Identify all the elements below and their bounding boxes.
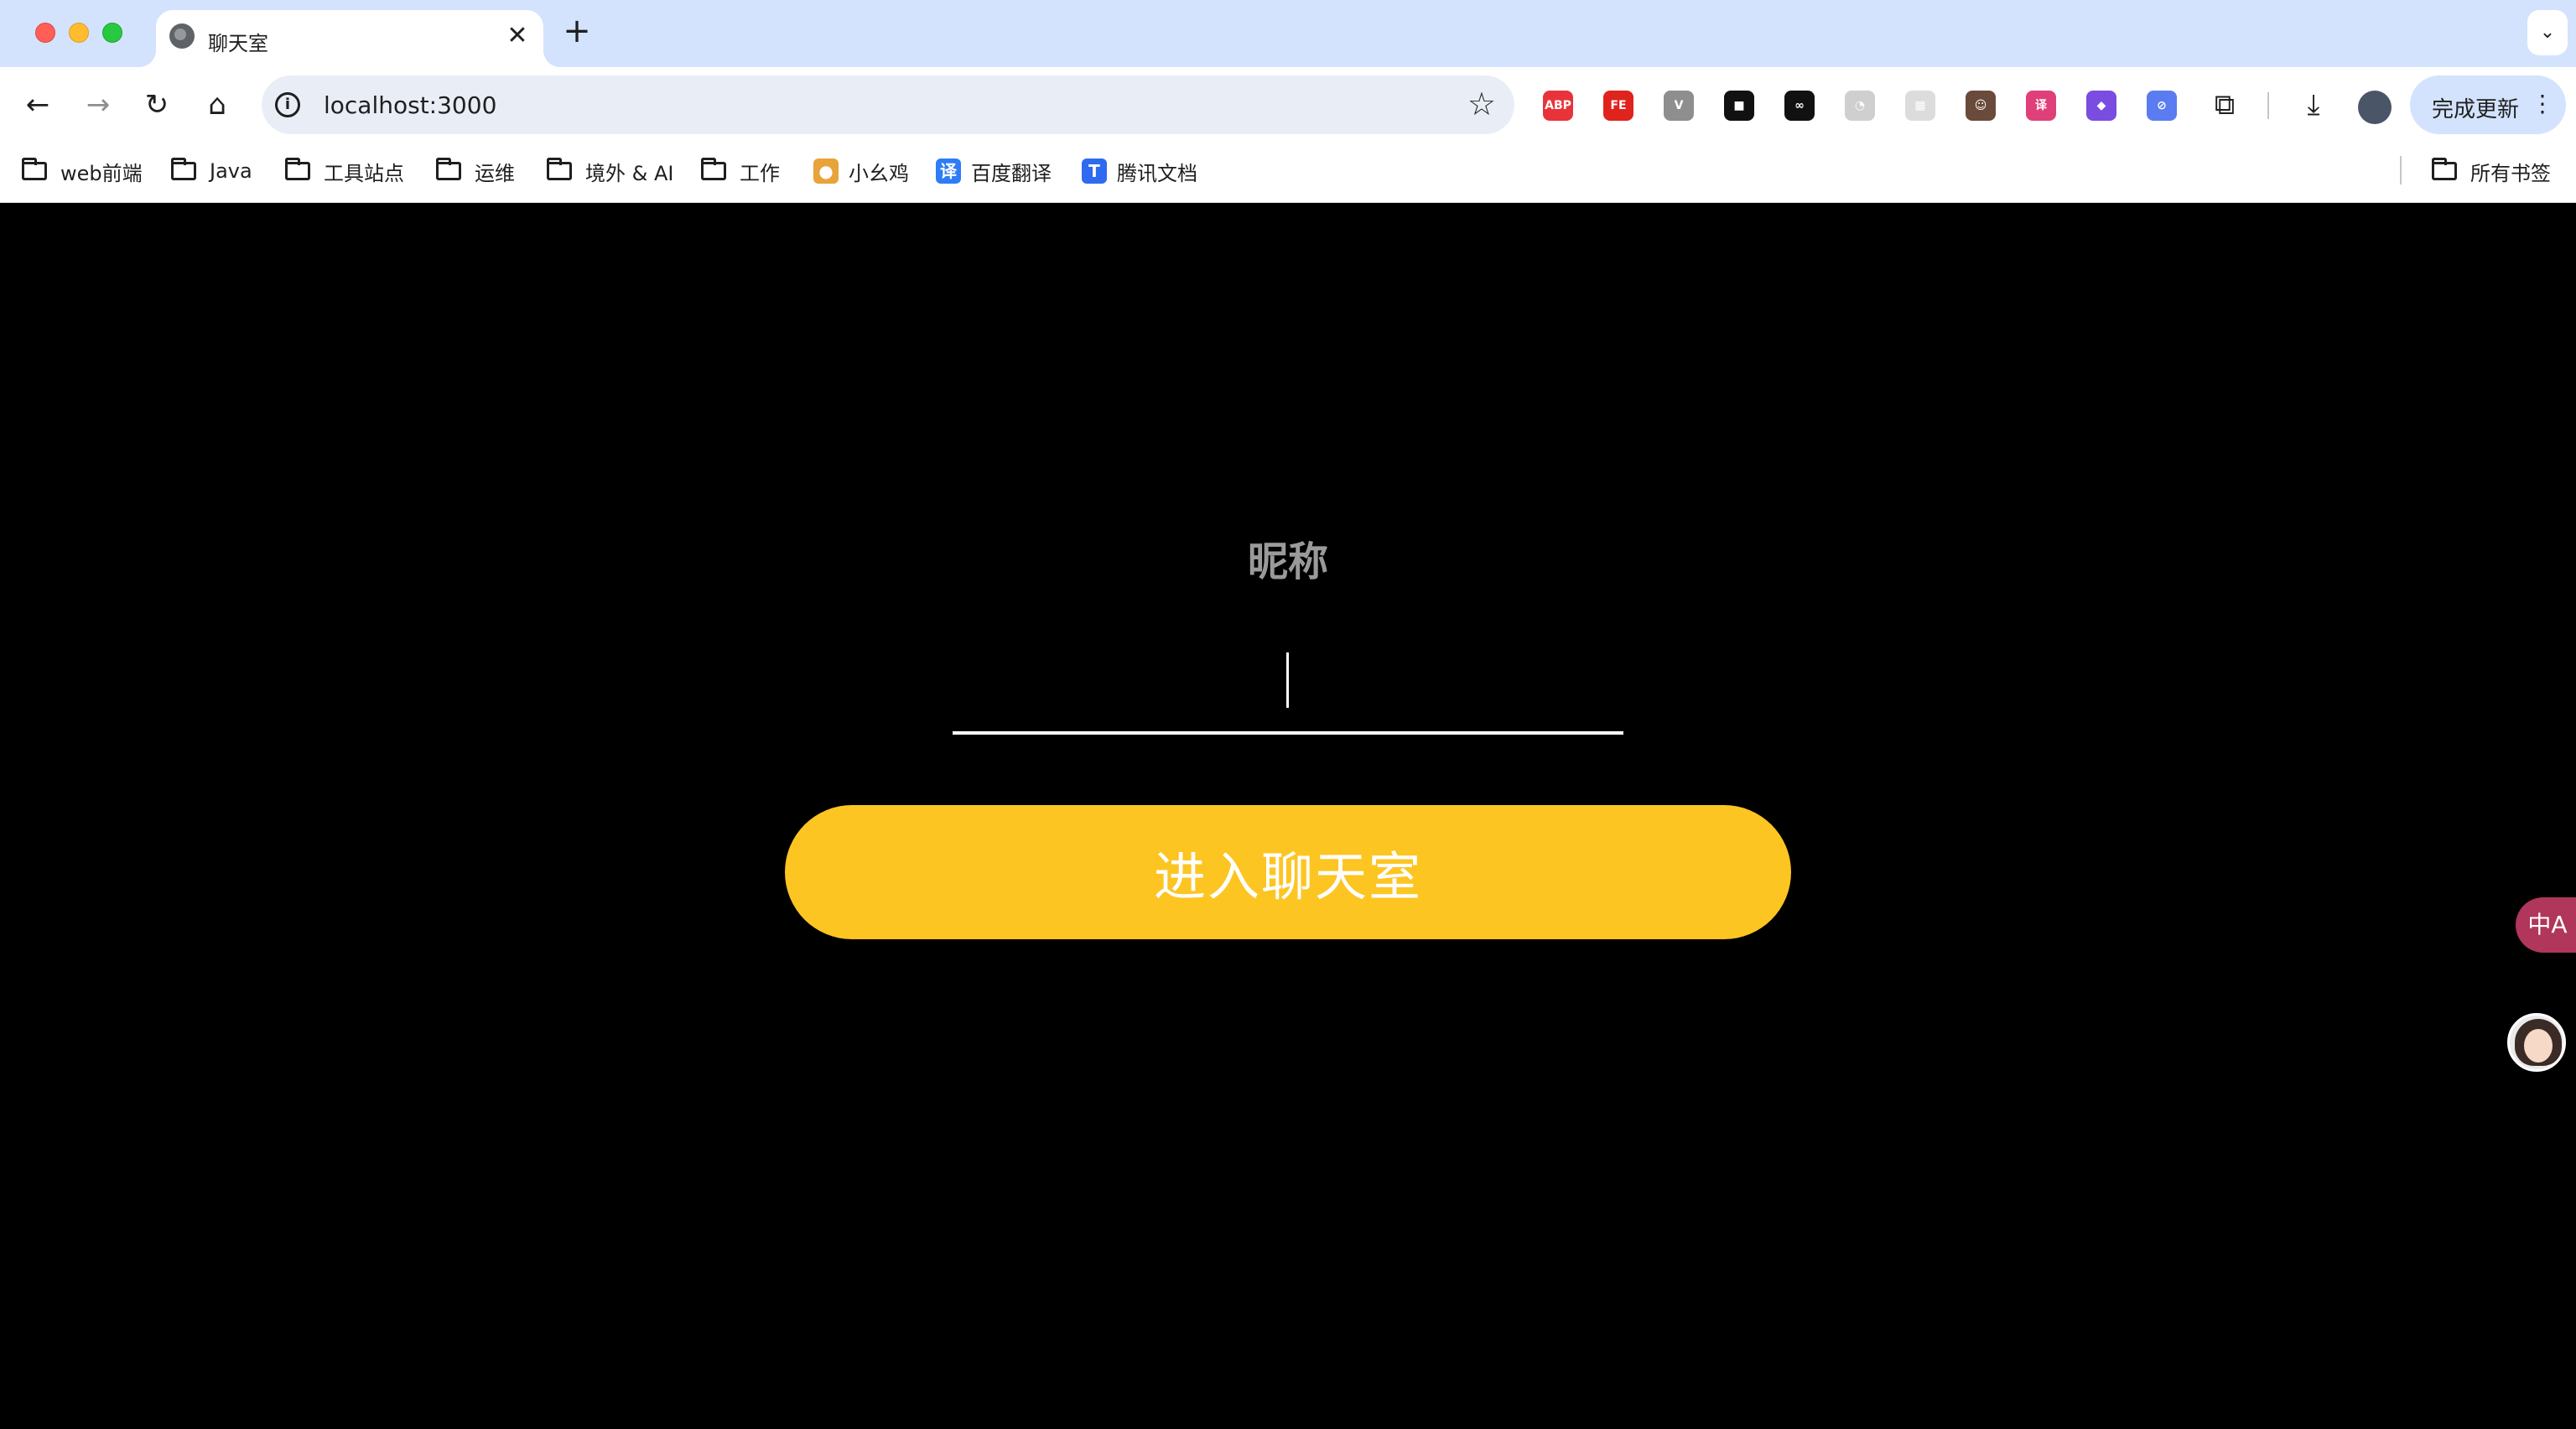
bookmark-label: 境外 & AI [585, 161, 674, 185]
bookmark-item[interactable]: 运维 [436, 154, 515, 188]
bookmark-label: 腾讯文档 [1117, 161, 1197, 185]
bookmark-item[interactable]: 境外 & AI [547, 154, 673, 188]
translate-float-icon[interactable]: 中A [2516, 897, 2576, 953]
toolbar-divider [2267, 92, 2269, 119]
tab-title: 聊天室 [208, 32, 268, 55]
browser-toolbar: ← → ↻ ⌂ i localhost:3000 ☆ ABP FE V ■ ∞ ◔ ▦ ☺ 译 ◆… [0, 67, 2576, 143]
url-text[interactable]: localhost:3000 [324, 91, 496, 119]
shield-extension-icon[interactable]: ⊘ [2147, 91, 2177, 121]
reload-button[interactable]: ↻ [138, 86, 176, 124]
profile-avatar[interactable] [2358, 91, 2392, 124]
fe-helper-icon[interactable]: FE [1603, 91, 1633, 121]
chat-login-page: 昵称 进入聊天室 中A [0, 203, 2576, 1429]
vue-devtools-icon[interactable]: V [1664, 91, 1694, 121]
enter-chatroom-button[interactable]: 进入聊天室 [785, 805, 1791, 939]
tab-close-icon[interactable]: ✕ [503, 22, 532, 50]
active-tab[interactable]: 聊天室 ✕ [139, 10, 560, 67]
site-info-icon[interactable]: i [275, 92, 300, 117]
bookmark-item[interactable]: T 腾讯文档 [1082, 154, 1197, 188]
bookmark-label: 工具站点 [324, 161, 404, 185]
minimize-window-button[interactable] [69, 23, 89, 43]
maximize-window-button[interactable] [102, 23, 122, 43]
globe-icon [169, 23, 195, 49]
bookmark-item[interactable]: ● 小幺鸡 [813, 154, 909, 188]
folder-icon [436, 158, 461, 180]
home-button[interactable]: ⌂ [198, 86, 236, 124]
back-button[interactable]: ← [18, 86, 57, 124]
address-bar[interactable]: i localhost:3000 ☆ [262, 75, 1514, 134]
bookmark-item[interactable]: Java [171, 154, 252, 188]
bookmark-item[interactable]: 工具站点 [285, 154, 404, 188]
bookmarks-bar: web前端 Java 工具站点 运维 境外 & AI 工作 ● 小幺鸡 译百度翻译 T 腾讯文档 所… [0, 143, 2576, 203]
folder-icon [22, 158, 47, 180]
folder-icon [171, 158, 196, 180]
bookmark-label: 运维 [475, 161, 515, 185]
bookmark-label: 工作 [740, 161, 780, 185]
nickname-label: 昵称 [1247, 538, 1328, 585]
folder-icon [285, 158, 310, 180]
forward-button[interactable]: → [79, 86, 117, 124]
update-label: 完成更新 [2432, 97, 2520, 122]
bookmark-star-icon[interactable]: ☆ [1467, 87, 1496, 121]
close-window-button[interactable] [35, 23, 55, 43]
timer-extension-icon[interactable]: ◔ [1845, 91, 1875, 121]
update-button[interactable]: 完成更新 ⋮ [2410, 75, 2566, 134]
bookmark-site-icon: T [1082, 158, 1107, 184]
bookmark-item[interactable]: web前端 [22, 154, 143, 188]
bookmarks-divider [2400, 156, 2402, 184]
folder-icon [2432, 158, 2457, 180]
folder-icon [701, 158, 726, 180]
bookmark-label: 百度翻译 [971, 161, 1052, 185]
tab-strip: 聊天室 ✕ + ⌄ [0, 0, 2576, 67]
avatar-extension-icon[interactable]: ☺ [1966, 91, 1996, 121]
infinity-extension-icon[interactable]: ∞ [1784, 91, 1815, 121]
extensions-puzzle-icon[interactable]: ⧉ [2205, 86, 2244, 124]
bookmark-item[interactable]: 译百度翻译 [936, 154, 1052, 188]
adblock-plus-icon[interactable]: ABP [1543, 91, 1573, 121]
bookmark-site-icon: 译 [936, 158, 961, 184]
folder-icon [547, 158, 572, 180]
bookmark-label: 小幺鸡 [849, 161, 909, 185]
new-tab-button[interactable]: + [560, 14, 594, 49]
purple-extension-icon[interactable]: ◆ [2086, 91, 2116, 121]
bookmark-item[interactable]: 工作 [701, 154, 780, 188]
all-bookmarks[interactable]: 所有书签 [2432, 154, 2551, 188]
bookmark-label: Java [210, 159, 252, 183]
bookmark-label: web前端 [60, 161, 143, 185]
all-bookmarks-label: 所有书签 [2470, 161, 2551, 185]
browser-chrome: 聊天室 ✕ + ⌄ ← → ↻ ⌂ i localhost:3000 ☆ ABP… [0, 0, 2576, 203]
more-menu-icon[interactable]: ⋮ [2531, 87, 2554, 121]
tab-search-button[interactable]: ⌄ [2527, 10, 2568, 55]
square-extension-icon[interactable]: ■ [1724, 91, 1754, 121]
assistant-avatar-icon[interactable] [2507, 1013, 2566, 1072]
text-caret [1286, 652, 1289, 708]
download-icon[interactable]: ⤓ [2294, 86, 2333, 124]
grid-extension-icon[interactable]: ▦ [1905, 91, 1935, 121]
bookmark-site-icon: ● [813, 158, 839, 184]
translate-extension-icon[interactable]: 译 [2026, 91, 2056, 121]
